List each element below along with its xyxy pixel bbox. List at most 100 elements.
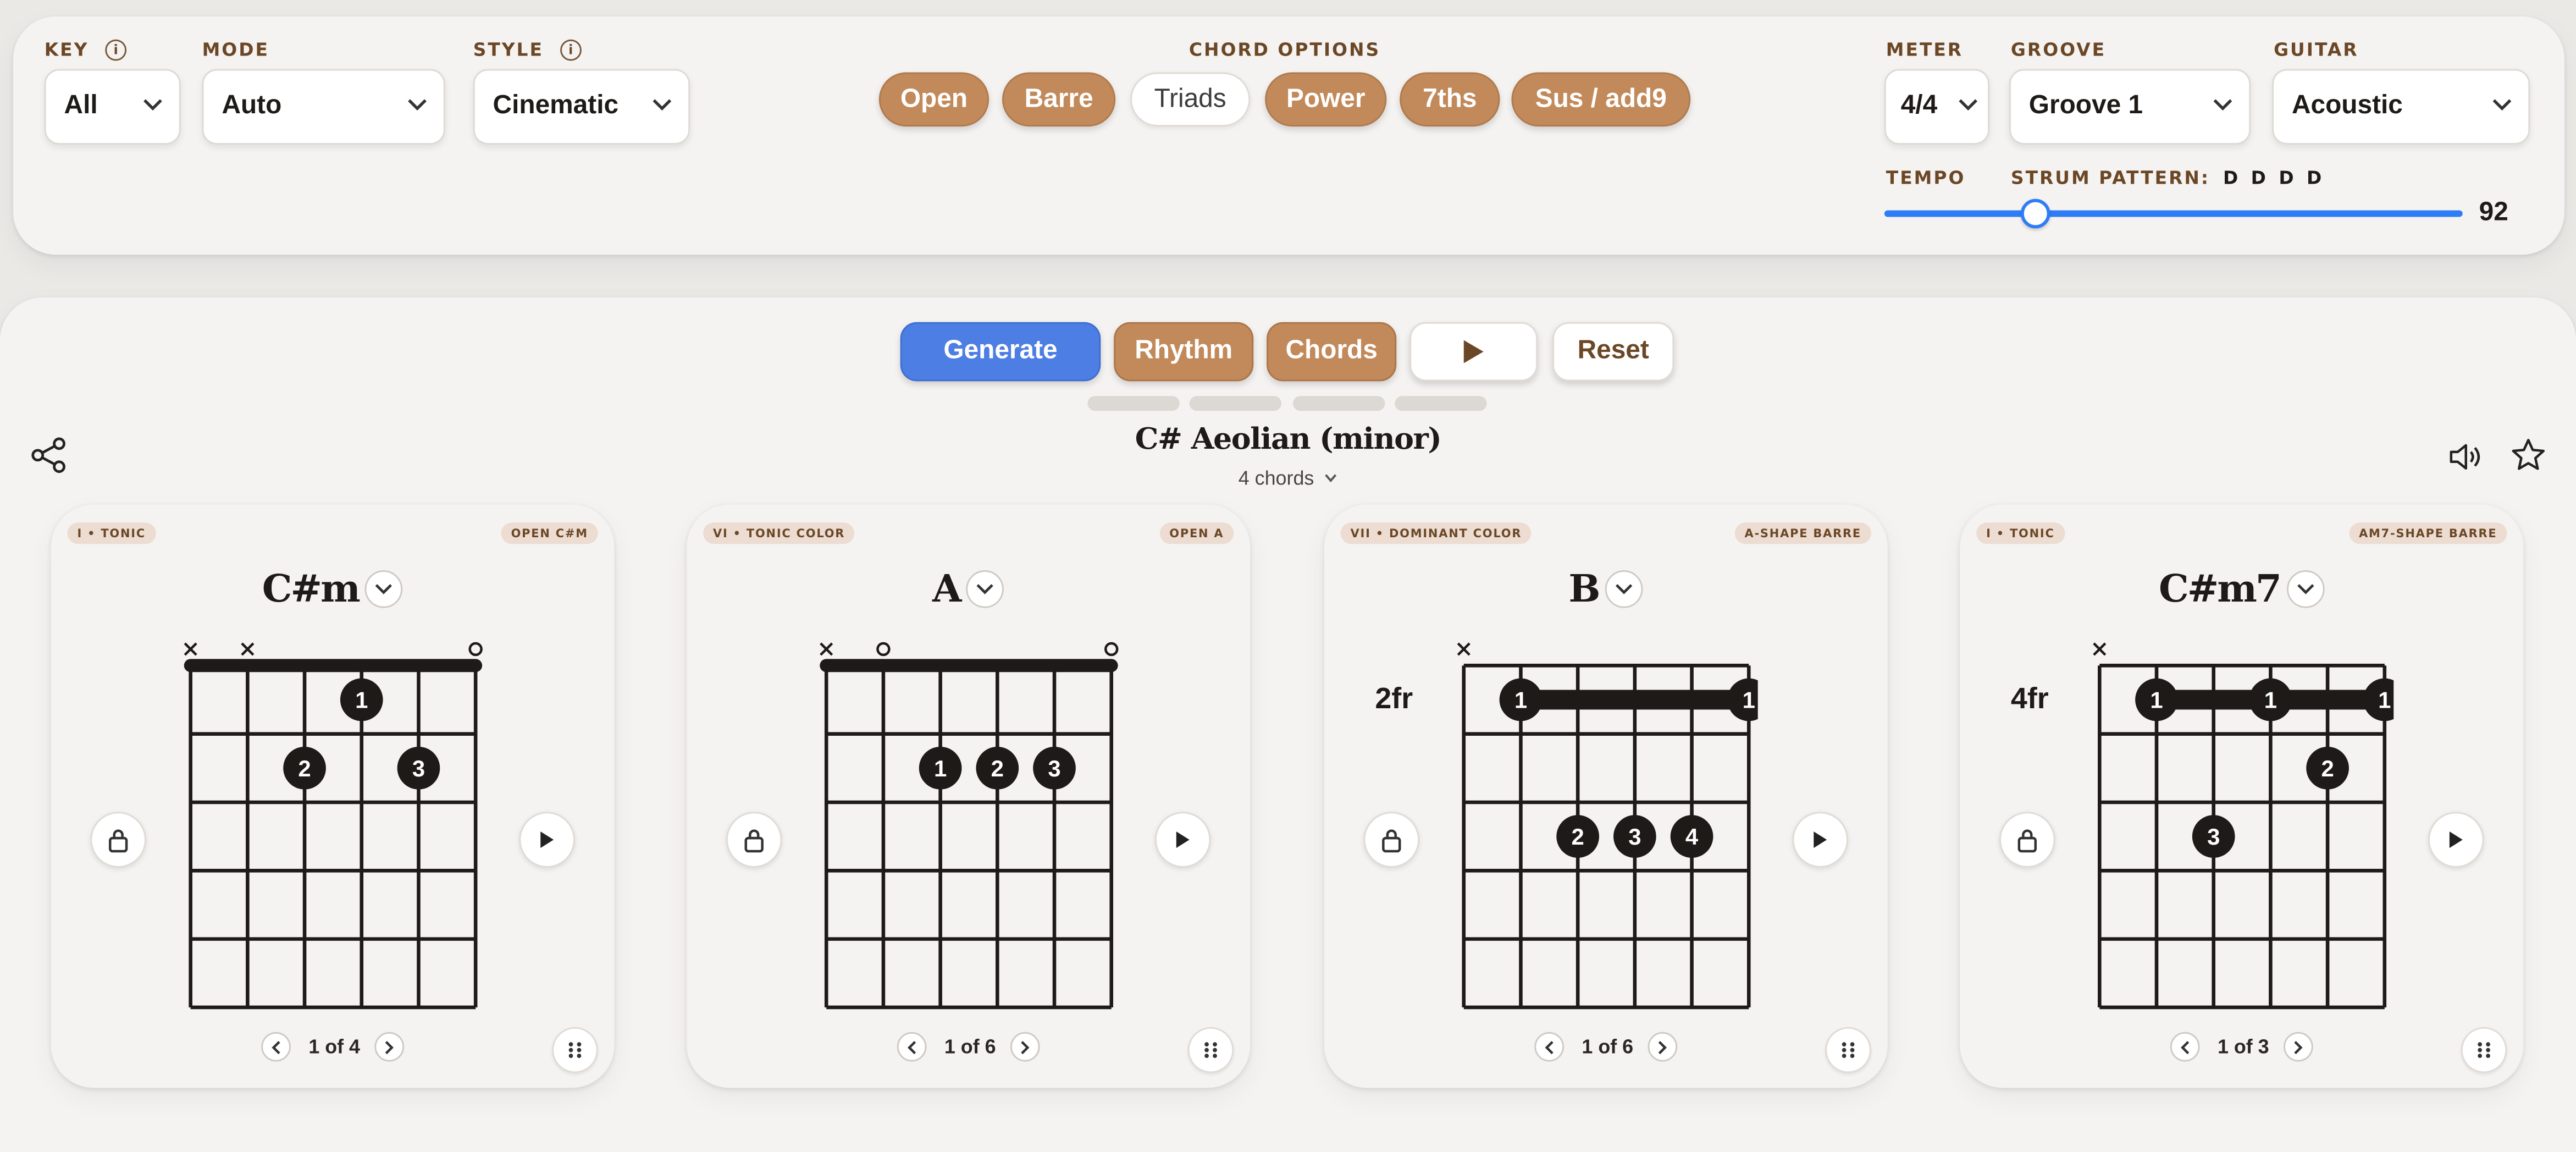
chord-role-tag: I • TONIC	[1976, 522, 2065, 544]
chevron-down-icon	[653, 99, 672, 111]
style-value: Cinematic	[493, 92, 619, 120]
lock-icon	[744, 829, 764, 853]
chevron-down-icon	[1325, 474, 1337, 483]
play-button[interactable]	[1409, 322, 1538, 382]
chord-play-button[interactable]	[2428, 812, 2484, 868]
chords-button[interactable]: Chords	[1267, 322, 1397, 382]
chord-card: I • TONIC AM7-SHAPE BARRE C#m7 4fr 1 of 3 1 1 1…	[1960, 504, 2524, 1088]
next-voicing-button[interactable]	[1010, 1032, 1041, 1062]
finger-number: 1	[2378, 687, 2391, 713]
groove-select[interactable]: Groove 1	[2009, 69, 2251, 145]
progression-count[interactable]: 4 chords	[0, 467, 2576, 490]
open-string-marker	[1104, 642, 1119, 657]
meter-select[interactable]: 4/4	[1884, 69, 1990, 145]
chevron-down-icon	[1959, 99, 1978, 111]
chord-shape-tag: A-SHAPE BARRE	[1734, 522, 1871, 544]
star-icon[interactable]	[2510, 437, 2546, 473]
nut	[184, 659, 483, 673]
mode-select[interactable]: Auto	[202, 69, 445, 145]
voicing-count: 1 of 6	[1582, 1035, 1634, 1059]
chord-name-text: B	[1568, 566, 1600, 611]
generate-button[interactable]: Generate	[900, 322, 1101, 382]
next-voicing-button[interactable]	[2284, 1032, 2314, 1062]
option-power[interactable]: Power	[1265, 72, 1387, 127]
chord-name: A	[687, 564, 1250, 610]
drag-handle[interactable]	[1187, 1027, 1234, 1073]
finger-number: 3	[1628, 824, 1641, 850]
finger-number: 1	[2150, 687, 2163, 713]
tempo-slider[interactable]	[1884, 199, 2463, 229]
lock-button[interactable]	[90, 812, 146, 868]
chevron-left-icon	[271, 1040, 280, 1054]
drag-handle[interactable]	[2461, 1027, 2507, 1073]
progress-segment	[1292, 396, 1385, 411]
nut	[820, 659, 1118, 673]
prev-voicing-button[interactable]	[2170, 1032, 2200, 1062]
chord-shape-tag: AM7-SHAPE BARRE	[2349, 522, 2507, 544]
chevron-right-icon	[385, 1040, 394, 1054]
chevron-down-icon	[2492, 99, 2512, 111]
option-triads[interactable]: Triads	[1130, 72, 1251, 127]
chevron-right-icon	[1021, 1040, 1030, 1054]
lock-icon	[1382, 829, 1401, 853]
prev-voicing-button[interactable]	[897, 1032, 927, 1062]
key-select[interactable]: All	[44, 69, 181, 145]
lock-button[interactable]	[1363, 812, 1420, 868]
grip-icon	[2478, 1042, 2490, 1058]
drag-handle[interactable]	[552, 1027, 598, 1073]
grip-icon	[568, 1042, 582, 1058]
chord-variant-chevron-icon[interactable]	[966, 569, 1005, 608]
chevron-left-icon	[2180, 1040, 2189, 1054]
guitar-label: GUITAR	[2274, 39, 2359, 61]
lock-button[interactable]	[1999, 812, 2055, 868]
chord-name-text: C#m7	[2158, 566, 2282, 611]
voicing-pager: 1 of 4	[51, 1032, 615, 1062]
chord-play-button[interactable]	[519, 812, 575, 868]
chord-variant-chevron-icon[interactable]	[2286, 569, 2325, 608]
mode-value: Auto	[222, 92, 282, 120]
progress-segment	[1395, 396, 1487, 411]
next-voicing-button[interactable]	[374, 1032, 405, 1062]
prev-voicing-button[interactable]	[261, 1032, 291, 1062]
finger-number: 2	[2321, 756, 2334, 781]
chord-variant-chevron-icon[interactable]	[1605, 569, 1644, 608]
finger-number: 2	[991, 756, 1004, 781]
chevron-down-icon	[2213, 99, 2232, 111]
finger-number: 3	[412, 756, 425, 781]
rhythm-button[interactable]: Rhythm	[1114, 322, 1254, 382]
key-value: All	[64, 92, 98, 120]
option-7ths[interactable]: 7ths	[1400, 72, 1500, 127]
finger-number: 1	[934, 756, 947, 781]
option-open[interactable]: Open	[878, 72, 990, 127]
next-voicing-button[interactable]	[1648, 1032, 1678, 1062]
chord-play-button[interactable]	[1792, 812, 1849, 868]
voicing-count: 1 of 4	[308, 1035, 360, 1059]
lock-button[interactable]	[726, 812, 782, 868]
guitar-select[interactable]: Acoustic	[2272, 69, 2530, 145]
open-string-marker	[468, 642, 483, 657]
option-sus-add9[interactable]: Sus / add9	[1511, 72, 1691, 127]
chord-variant-chevron-icon[interactable]	[365, 569, 403, 608]
progress-segment	[1189, 396, 1282, 411]
volume-icon[interactable]	[2448, 440, 2484, 473]
finger-number: 3	[2207, 824, 2220, 850]
chord-shape-tag: OPEN C#M	[501, 522, 598, 544]
chord-name-text: C#m	[262, 566, 361, 611]
chord-name: B	[1324, 564, 1888, 610]
chord-name: C#m7	[1960, 564, 2523, 610]
style-select[interactable]: Cinematic	[473, 69, 690, 145]
play-icon	[1463, 340, 1484, 363]
voicing-pager: 1 of 6	[687, 1032, 1250, 1062]
progress-segment	[1087, 396, 1180, 411]
drag-handle[interactable]	[1825, 1027, 1871, 1073]
option-barre[interactable]: Barre	[1002, 72, 1116, 127]
chord-options-label: CHORD OPTIONS	[1189, 39, 1381, 61]
chevron-left-icon	[1544, 1040, 1554, 1054]
strum-label: STRUM PATTERN: D D D D	[2010, 167, 2325, 189]
chord-play-button[interactable]	[1154, 812, 1211, 868]
reset-button[interactable]: Reset	[1552, 322, 1674, 382]
groove-label: GROOVE	[2010, 39, 2107, 61]
finger-number: 4	[1685, 824, 1699, 850]
prev-voicing-button[interactable]	[1534, 1032, 1564, 1062]
progression-title: C# Aeolian (minor)	[1135, 422, 1442, 457]
